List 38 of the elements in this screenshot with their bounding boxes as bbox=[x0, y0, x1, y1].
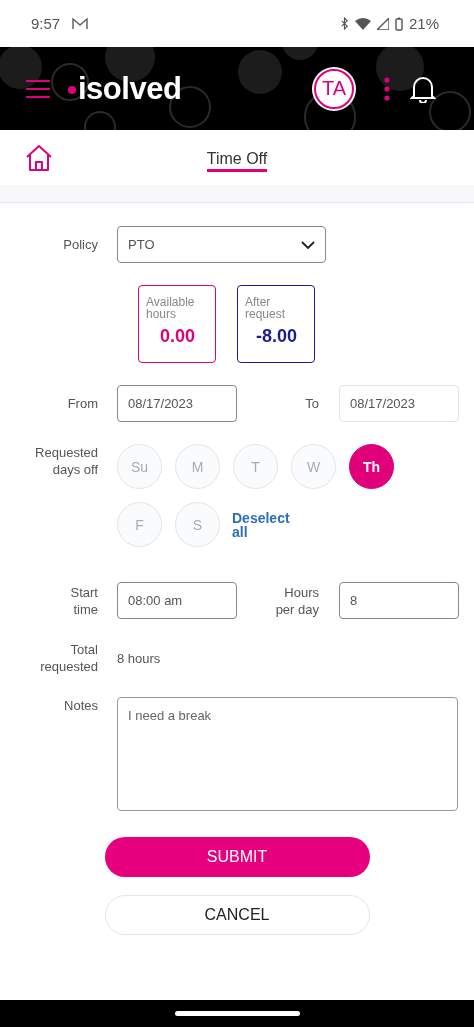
day-toggle[interactable]: Th bbox=[349, 444, 394, 489]
date-field[interactable]: 08/17/2023 bbox=[117, 385, 237, 422]
field-label: Start time bbox=[69, 583, 98, 618]
home-icon[interactable] bbox=[25, 143, 53, 172]
wifi-icon bbox=[354, 17, 371, 30]
menu-icon[interactable] bbox=[26, 78, 50, 99]
page-title: Time Off bbox=[206, 149, 268, 172]
field-label: Hours per day bbox=[274, 583, 319, 618]
balance-value: -8.00 bbox=[255, 326, 298, 347]
balance-label: Available hours bbox=[146, 296, 196, 320]
field-label: Total requested bbox=[39, 641, 98, 675]
balance-value: 0.00 bbox=[158, 326, 196, 347]
deselect-all-link[interactable]: Deselect all bbox=[232, 510, 292, 539]
field-label: From bbox=[67, 395, 98, 412]
bell-icon[interactable] bbox=[410, 74, 436, 103]
cancel-button[interactable]: CANCEL bbox=[104, 895, 370, 935]
submit-button[interactable]: SUBMIT bbox=[104, 837, 370, 877]
field-label: Notes bbox=[64, 697, 98, 714]
field-label: Requested days off bbox=[34, 444, 98, 478]
logo: isolved bbox=[78, 70, 182, 107]
notes-field[interactable]: I need a break bbox=[117, 697, 458, 811]
battery-icon bbox=[394, 16, 403, 31]
avatar[interactable]: TA bbox=[314, 68, 354, 109]
field-label: Policy bbox=[63, 236, 98, 253]
policy-dropdown[interactable]: PTO bbox=[117, 226, 326, 263]
signal-icon bbox=[376, 17, 389, 30]
chevron-down-icon bbox=[301, 240, 315, 249]
field-label: To bbox=[305, 395, 319, 412]
mail-icon bbox=[72, 17, 89, 30]
bluetooth-icon bbox=[339, 17, 349, 30]
balance-label: After request bbox=[245, 296, 287, 320]
status-time: 9:57 bbox=[31, 15, 61, 32]
battery-percent: 21% bbox=[408, 15, 439, 32]
hours-field[interactable]: 8 bbox=[339, 582, 459, 619]
time-field[interactable]: 08:00 am bbox=[117, 582, 237, 619]
more-icon[interactable] bbox=[384, 76, 390, 101]
total-value: 8 hours bbox=[117, 650, 161, 666]
logo-dot-icon bbox=[68, 85, 76, 94]
